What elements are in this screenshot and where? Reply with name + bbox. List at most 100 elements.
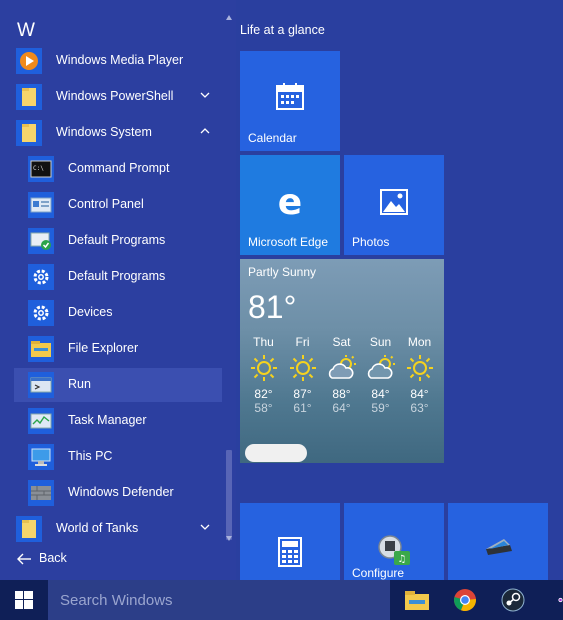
app-list: W Windows Media Player Windows PowerShel…: [0, 0, 236, 580]
folder-icon: [16, 84, 42, 110]
low-temp: 58°: [254, 401, 273, 415]
calculator-icon: [278, 537, 302, 567]
app-label: Windows Media Player: [56, 53, 184, 67]
sun-icon: [400, 349, 439, 387]
app-list-scrollbar[interactable]: [224, 14, 234, 542]
scrollbar-thumb[interactable]: [226, 450, 232, 540]
back-label: Back: [39, 551, 67, 565]
svg-text:e: e: [278, 185, 302, 219]
scanner-tile[interactable]: [448, 503, 548, 580]
tile-label: Photos: [352, 235, 390, 249]
steam-icon: [501, 588, 525, 612]
app-item-world-of-tanks[interactable]: World of Tanks: [14, 512, 222, 546]
day-name: Sun: [369, 335, 392, 349]
high-temp: 87°: [293, 387, 312, 401]
app-item-default-programs-settings[interactable]: Default Programs: [14, 260, 222, 294]
tile-label: Calendar: [248, 131, 297, 145]
tile-label: Microsoft Edge: [248, 235, 329, 249]
back-button[interactable]: Back: [14, 548, 134, 570]
svg-text:♫: ♫: [398, 554, 407, 565]
default-programs-icon: [28, 228, 54, 254]
forecast-day: Thu 82° 58°: [244, 335, 283, 415]
start-button[interactable]: [0, 580, 48, 620]
app-label: Control Panel: [68, 197, 144, 211]
app-label: Windows PowerShell: [56, 89, 174, 103]
scanner-icon: [486, 539, 512, 555]
sun-icon: [244, 349, 283, 387]
command-prompt-icon: C:\: [28, 156, 54, 182]
app-item-command-prompt[interactable]: C:\ Command Prompt: [14, 152, 222, 186]
folder-icon: [16, 120, 42, 146]
app-item-task-manager[interactable]: Task Manager: [14, 404, 222, 438]
taskbar-chrome[interactable]: [442, 580, 488, 620]
app-item-this-pc[interactable]: This PC: [14, 440, 222, 474]
forecast-day: Fri 87° 61°: [283, 335, 322, 415]
app-item-run[interactable]: Run: [14, 368, 222, 402]
low-temp: 59°: [371, 401, 390, 415]
svg-text:C:\: C:\: [33, 165, 44, 172]
calendar-tile[interactable]: Calendar: [240, 51, 340, 151]
calendar-icon: [276, 83, 304, 110]
sun-icon: [283, 349, 322, 387]
app-item-windows-media-player[interactable]: Windows Media Player: [14, 44, 222, 78]
search-box[interactable]: [48, 580, 390, 620]
app-item-control-panel[interactable]: Control Panel: [14, 188, 222, 222]
chevron-down-icon[interactable]: [198, 88, 212, 102]
windows-defender-icon: [28, 480, 54, 506]
file-explorer-icon: [405, 591, 429, 610]
low-temp: 61°: [293, 401, 312, 415]
folder-icon: [16, 516, 42, 542]
forecast-day: Mon 84° 63°: [400, 335, 439, 415]
taskbar-file-explorer[interactable]: [394, 580, 440, 620]
app-icon: [558, 597, 563, 603]
gear-icon: [28, 264, 54, 290]
day-name: Fri: [295, 335, 310, 349]
app-item-file-explorer[interactable]: File Explorer: [14, 332, 222, 366]
media-player-icon: [16, 48, 42, 74]
app-label: This PC: [68, 449, 113, 463]
microsoft-edge-tile[interactable]: e Microsoft Edge: [240, 155, 340, 255]
section-letter[interactable]: W: [17, 20, 35, 42]
app-item-devices[interactable]: Devices: [14, 296, 222, 330]
gear-icon: [28, 300, 54, 326]
calculator-tile[interactable]: [240, 503, 340, 580]
high-temp: 84°: [410, 387, 429, 401]
high-temp: 84°: [371, 387, 390, 401]
app-label: Windows System: [56, 125, 152, 139]
configure-tile[interactable]: ♫ Configure: [344, 503, 444, 580]
chrome-icon: [454, 589, 476, 612]
windows-logo-icon: [15, 591, 33, 609]
scroll-down-arrow-icon[interactable]: [225, 534, 233, 542]
app-item-windows-defender[interactable]: Windows Defender: [14, 476, 222, 510]
low-temp: 63°: [410, 401, 429, 415]
day-name: Mon: [407, 335, 432, 349]
control-panel-icon: [28, 192, 54, 218]
search-input[interactable]: [48, 580, 390, 620]
file-explorer-icon: [28, 336, 54, 362]
app-item-windows-powershell[interactable]: Windows PowerShell: [14, 80, 222, 114]
back-arrow-icon: [17, 553, 31, 565]
chevron-down-icon[interactable]: [198, 520, 212, 534]
taskbar-app[interactable]: [538, 580, 563, 620]
app-item-default-programs[interactable]: Default Programs: [14, 224, 222, 258]
app-label: Default Programs: [68, 233, 166, 247]
weather-tile[interactable]: Partly Sunny 81° Thu 82° 58° Fri 87° 61°…: [240, 259, 444, 463]
taskbar-steam[interactable]: [490, 580, 536, 620]
scroll-up-arrow-icon[interactable]: [225, 14, 233, 22]
start-menu: W Windows Media Player Windows PowerShel…: [0, 0, 563, 580]
photos-tile[interactable]: Photos: [344, 155, 444, 255]
app-label: Task Manager: [68, 413, 147, 427]
app-label: Devices: [68, 305, 113, 319]
high-temp: 88°: [332, 387, 351, 401]
run-icon: [28, 372, 54, 398]
weather-location-redacted: [245, 444, 307, 462]
chevron-up-icon[interactable]: [198, 124, 212, 138]
app-item-windows-system[interactable]: Windows System: [14, 116, 222, 150]
low-temp: 64°: [332, 401, 351, 415]
partly-cloudy-icon: [361, 349, 400, 387]
app-label: Default Programs: [68, 269, 166, 283]
configure-icon: ♫: [378, 535, 410, 565]
high-temp: 82°: [254, 387, 273, 401]
tile-group-title[interactable]: Life at a glance: [240, 23, 325, 37]
app-label: File Explorer: [68, 341, 139, 355]
